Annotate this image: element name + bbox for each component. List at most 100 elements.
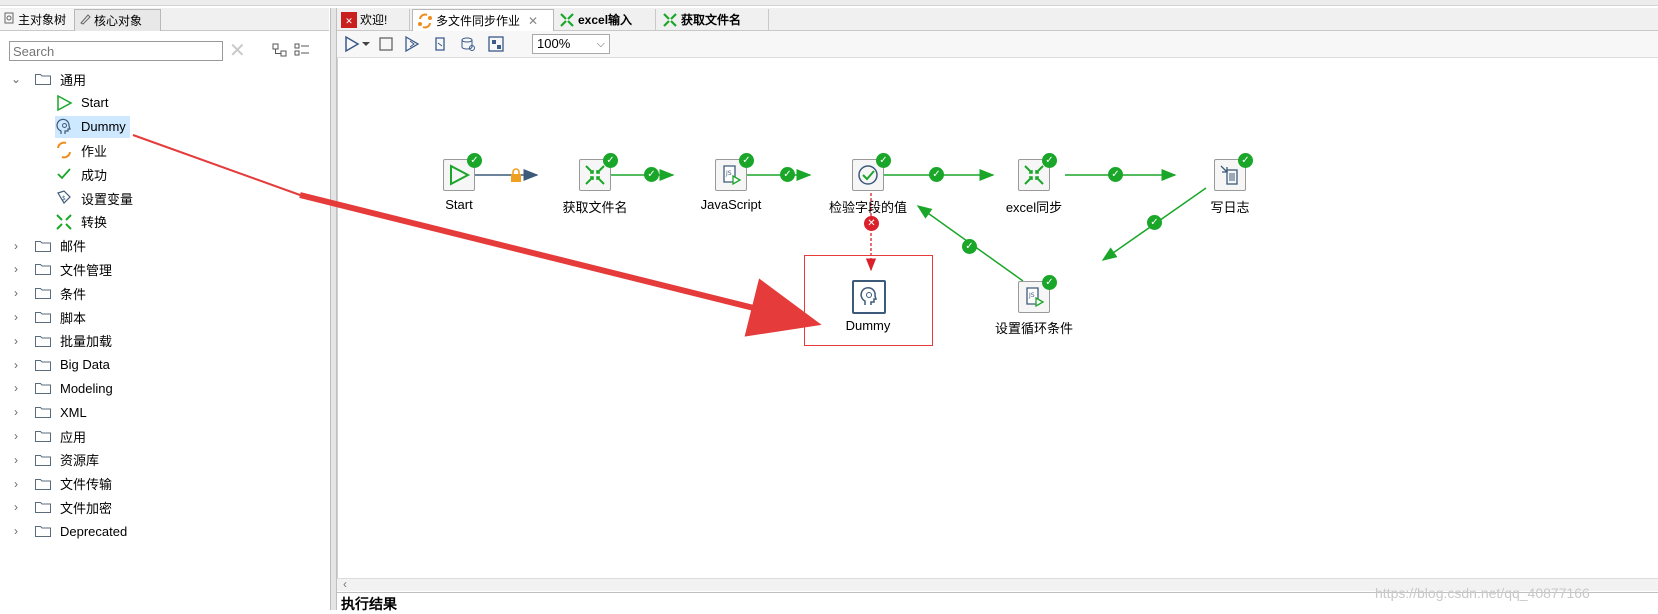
tab-multi-file-sync-job[interactable]: 多文件同步作业 ✕ — [412, 9, 554, 31]
tree-item-label: 成功 — [81, 167, 108, 183]
status-ok-icon: ✓ — [876, 153, 891, 168]
tree-item-label: 作业 — [81, 143, 108, 159]
tree-category[interactable]: › XML — [0, 401, 329, 423]
tree-item[interactable]: 转换 — [55, 211, 255, 233]
chevron-down-icon: ⌵ — [596, 38, 605, 50]
tab-label: 欢迎! — [360, 13, 388, 27]
collapse-tree-icon[interactable] — [272, 43, 288, 60]
chevron-right-icon[interactable]: › — [10, 282, 22, 304]
stop-icon[interactable] — [377, 35, 395, 53]
tree-category[interactable]: › 文件传输 — [0, 473, 329, 495]
tree-category[interactable]: › 文件管理 — [0, 258, 329, 280]
tree-category[interactable]: › 资源库 — [0, 449, 329, 471]
folder-icon — [35, 263, 51, 276]
tree-category[interactable]: › 条件 — [0, 282, 329, 304]
clear-search-icon[interactable]: ✕ — [229, 41, 246, 61]
status-ok-icon: ✓ — [739, 153, 754, 168]
javascript-icon: JS — [723, 165, 742, 186]
chevron-right-icon[interactable]: › — [10, 306, 22, 328]
tree-item[interactable]: 成功 — [55, 163, 255, 185]
status-ok-icon: ✓ — [1042, 153, 1057, 168]
tree-item[interactable]: Dummy — [55, 115, 130, 138]
chevron-down-icon[interactable]: ⌄ — [10, 68, 22, 90]
node-label: Start — [445, 197, 473, 212]
tree-view-icon — [4, 12, 15, 27]
editor-toolbar: 100% ⌵ — [337, 31, 1658, 58]
chevron-right-icon[interactable]: › — [10, 520, 22, 542]
tree-category[interactable]: › Big Data — [0, 354, 329, 376]
dummy-icon — [55, 118, 73, 136]
tree-category[interactable]: › 文件加密 — [0, 496, 329, 518]
run-icon[interactable] — [343, 35, 361, 53]
chevron-right-icon[interactable]: › — [10, 425, 22, 447]
run-dropdown-icon[interactable] — [361, 35, 371, 53]
tree-category[interactable]: › 应用 — [0, 425, 329, 447]
chevron-right-icon[interactable]: › — [10, 330, 22, 352]
dummy-icon — [860, 286, 878, 305]
job-icon — [55, 141, 73, 159]
tab-main-object-tree[interactable]: 主对象树 — [0, 9, 81, 30]
chevron-right-icon[interactable]: › — [10, 496, 22, 518]
job-canvas[interactable]: ✓ ✓ ✓ ✓ ✓ ✓ ✕ ✓ Start ✓ 获取文件名 JS ✓ JavaS… — [337, 58, 1658, 578]
watermark: https://blog.csdn.net/qq_40877166 — [1375, 585, 1590, 601]
tree-item-label: 转换 — [81, 215, 108, 231]
tab-welcome[interactable]: ✕ 欢迎! — [337, 9, 410, 30]
tab-get-filenames[interactable]: 获取文件名 — [658, 9, 769, 30]
node-label: JavaScript — [700, 197, 762, 212]
job-editor: ✕ 欢迎! 多文件同步作业 ✕ excel输入 获取文件名 100% ⌵ ✓ ✓… — [337, 8, 1658, 612]
tree-item[interactable]: 作业 — [55, 139, 255, 161]
hop-ok-icon: ✓ — [1147, 215, 1162, 230]
folder-icon — [35, 335, 51, 347]
tree-category[interactable]: › 脚本 — [0, 306, 329, 328]
zoom-value: 100% — [537, 36, 571, 51]
list-view-icon[interactable] — [294, 43, 310, 60]
folder-icon — [35, 478, 51, 490]
transform-icon — [585, 165, 605, 185]
node-label: excel同步 — [1005, 200, 1063, 215]
preview-run-icon[interactable] — [403, 35, 421, 53]
pencil-icon — [79, 13, 91, 28]
job-icon — [418, 13, 432, 28]
tree-category-label: 脚本 — [60, 310, 87, 326]
tree-category[interactable]: › Deprecated — [0, 520, 329, 542]
tree-category[interactable]: › Modeling — [0, 377, 329, 399]
window-top-strip — [0, 0, 1658, 6]
chevron-right-icon[interactable]: › — [10, 449, 22, 471]
node-label: 写日志 — [1210, 200, 1250, 215]
javascript-icon: JS — [1026, 287, 1045, 308]
node-dummy[interactable] — [852, 280, 886, 314]
scroll-left-icon[interactable]: ‹ — [343, 577, 347, 591]
status-ok-icon: ✓ — [1238, 153, 1253, 168]
chevron-right-icon[interactable]: › — [10, 473, 22, 495]
chevron-right-icon[interactable]: › — [10, 354, 22, 376]
tab-excel-input[interactable]: excel输入 — [555, 9, 656, 30]
hop-ok-icon: ✓ — [962, 239, 977, 254]
folder-icon — [35, 73, 51, 85]
tree-item[interactable]: Start — [55, 92, 255, 114]
tab-label: 多文件同步作业 — [436, 14, 521, 28]
chevron-right-icon[interactable]: › — [10, 258, 22, 280]
hop-ok-icon: ✓ — [780, 167, 795, 182]
chevron-right-icon[interactable]: › — [10, 235, 22, 257]
folder-icon — [35, 501, 51, 514]
replay-icon[interactable] — [431, 35, 449, 53]
close-tab-icon[interactable]: ✕ — [528, 14, 538, 28]
tree-category[interactable]: ⌄ 通用 — [0, 68, 329, 90]
hop-error-icon: ✕ — [864, 216, 879, 231]
status-ok-icon: ✓ — [1042, 275, 1057, 290]
folder-icon — [35, 406, 51, 419]
align-icon[interactable] — [487, 35, 505, 53]
zoom-select[interactable]: 100% ⌵ — [532, 34, 610, 54]
chevron-right-icon[interactable]: › — [10, 377, 22, 399]
tree-category-label: 文件传输 — [60, 477, 113, 493]
search-input[interactable] — [9, 41, 223, 61]
tree-item-label: Dummy — [81, 119, 126, 135]
tree-category[interactable]: › 批量加载 — [0, 330, 329, 352]
chevron-right-icon[interactable]: › — [10, 401, 22, 423]
tree-item[interactable]: $ 设置变量 — [55, 187, 255, 209]
sql-icon[interactable] — [459, 35, 477, 53]
tree-category-label: 批量加载 — [60, 334, 113, 350]
folder-icon — [35, 359, 51, 371]
tree-category[interactable]: › 邮件 — [0, 235, 329, 257]
tab-core-objects[interactable]: 核心对象 — [74, 9, 161, 31]
